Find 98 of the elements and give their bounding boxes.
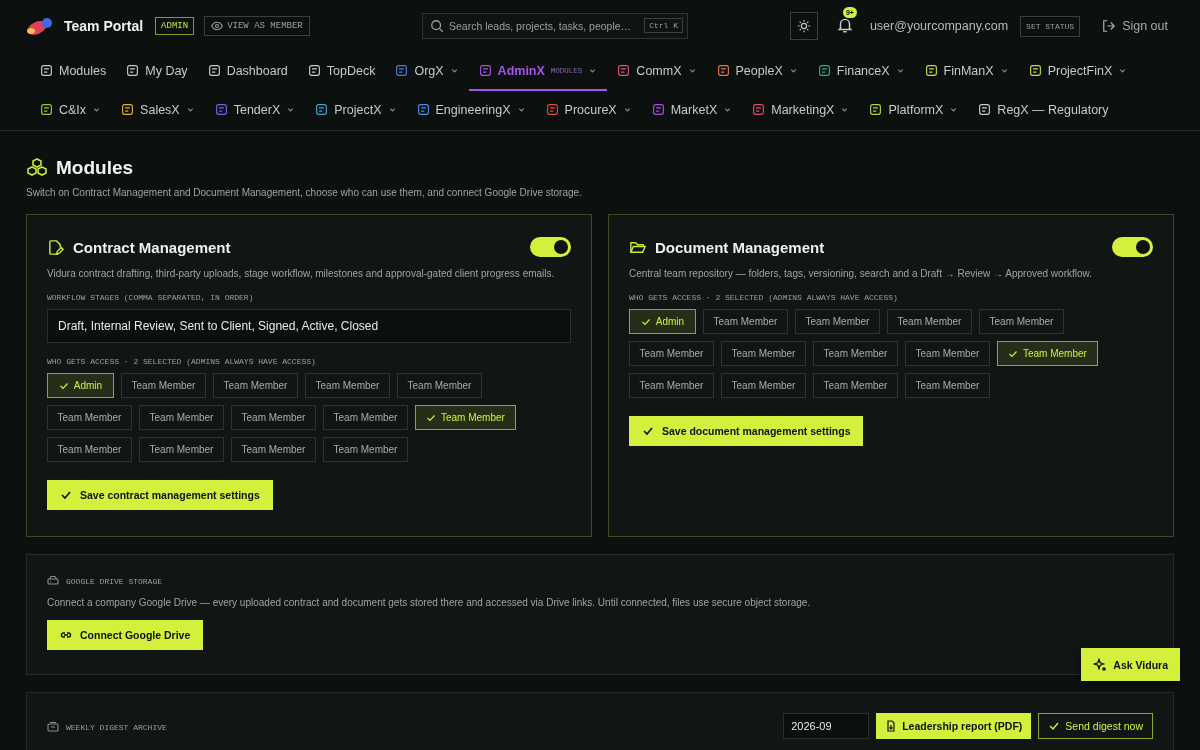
logo-icon	[26, 17, 54, 35]
nav-tab[interactable]: PeopleX	[706, 52, 808, 91]
access-chip[interactable]: Team Member	[121, 373, 206, 398]
access-chip[interactable]: Team Member	[305, 373, 390, 398]
access-chip[interactable]: Team Member	[629, 373, 714, 398]
check-icon	[642, 425, 654, 437]
module-toggle[interactable]	[1112, 237, 1153, 257]
search-icon	[430, 19, 444, 33]
sparkle-icon	[1093, 657, 1108, 672]
connect-drive-button[interactable]: Connect Google Drive	[47, 620, 204, 650]
workflow-stages-field[interactable]: Draft, Internal Review, Sent to Client, Signed, Active, Closed	[47, 309, 571, 343]
nav-tab[interactable]: EngineeringX	[406, 91, 536, 130]
module-toggle[interactable]	[530, 237, 571, 257]
access-chip[interactable]: Team Member	[795, 309, 880, 334]
sign-out-button[interactable]: Sign out	[1096, 18, 1174, 34]
access-chip[interactable]: Admin	[629, 309, 696, 334]
access-chip[interactable]: Team Member	[703, 309, 788, 334]
nav-tab[interactable]: Modules	[30, 52, 117, 91]
nav-tab[interactable]: My Day	[116, 52, 198, 91]
access-chip[interactable]: Team Member	[397, 373, 482, 398]
nav-tab[interactable]: ProjectFinX	[1018, 52, 1138, 91]
access-chip[interactable]: Team Member	[813, 341, 898, 366]
nav-tab[interactable]: MarketingX	[742, 91, 860, 130]
document-edit-icon	[47, 238, 64, 256]
nav-tab[interactable]: OrgX	[385, 52, 469, 91]
month-field[interactable]: 2026-09	[783, 713, 870, 739]
access-chip[interactable]: Team Member	[139, 405, 224, 430]
access-chip[interactable]: Team Member	[721, 341, 806, 366]
nav-tab[interactable]: TopDeck	[297, 52, 386, 91]
nav-tab[interactable]: SalesX	[111, 91, 205, 130]
access-chip[interactable]: Team Member	[323, 437, 408, 462]
access-chip[interactable]: Team Member	[905, 373, 990, 398]
check-icon	[1008, 348, 1018, 359]
sun-icon	[796, 18, 811, 34]
nav-tab[interactable]: C&Ix	[30, 91, 112, 130]
file-download-icon	[885, 720, 898, 732]
sign-out-icon	[1102, 19, 1117, 33]
send-digest-button[interactable]: Send digest now	[1038, 713, 1153, 739]
save-button[interactable]: Save document management settings	[629, 416, 864, 446]
access-chip[interactable]: Team Member	[997, 341, 1098, 366]
module-title: Document Management	[655, 238, 826, 256]
nav-tab[interactable]: TenderX	[204, 91, 306, 130]
nav-tab[interactable]: CommX	[607, 52, 707, 91]
field-label: WORKFLOW STAGES (COMMA SEPARATED, IN ORDER)	[47, 293, 255, 302]
ask-assistant-button[interactable]: Ask Vidura	[1081, 648, 1180, 681]
drive-icon	[47, 575, 59, 587]
access-chip[interactable]: Team Member	[887, 309, 972, 334]
role-badge: ADMIN	[155, 17, 195, 35]
view-as-member-button[interactable]: VIEW AS MEMBER	[204, 16, 310, 36]
check-icon	[1048, 720, 1061, 732]
nav-tab[interactable]: FinManX	[914, 52, 1019, 91]
nav-tab[interactable]: FinanceX	[807, 52, 915, 91]
access-chip[interactable]: Team Member	[415, 405, 516, 430]
leadership-report-button[interactable]: Leadership report (PDF)	[876, 713, 1032, 739]
check-icon	[640, 316, 651, 327]
access-chip[interactable]: Team Member	[231, 405, 316, 430]
check-icon	[60, 489, 72, 501]
eye-icon	[211, 20, 224, 32]
cubes-icon	[26, 157, 48, 179]
app-name: Team Portal	[64, 18, 144, 34]
page-title: Modules	[56, 157, 134, 179]
module-description: Vidura contract drafting, third-party uploads, stage workflow, milestones and approval-gated client progress emails.	[47, 268, 556, 279]
bell-icon[interactable]	[835, 16, 854, 34]
access-chip[interactable]: Team Member	[721, 373, 806, 398]
access-label: WHO GETS ACCESS · 2 SELECTED (ADMINS ALWAYS HAVE ACCESS)	[47, 357, 317, 366]
nav-tab[interactable]: ProjectX	[305, 91, 407, 130]
user-email: user@yourcompany.com	[869, 19, 1009, 33]
section-label: WEEKLY DIGEST ARCHIVE	[66, 722, 167, 732]
access-chip[interactable]: Admin	[47, 373, 114, 398]
theme-toggle-button[interactable]	[789, 12, 818, 40]
access-chip[interactable]: Team Member	[905, 341, 990, 366]
save-button[interactable]: Save contract management settings	[47, 480, 273, 510]
module-title: Contract Management	[73, 238, 232, 256]
access-chip[interactable]: Team Member	[47, 405, 132, 430]
section-label: GOOGLE DRIVE STORAGE	[66, 576, 162, 586]
check-icon	[426, 412, 436, 423]
access-chip[interactable]: Team Member	[813, 373, 898, 398]
nav-tab[interactable]: ProcureX	[535, 91, 642, 130]
shortcut-hint: Ctrl K	[644, 18, 683, 33]
page-subtitle: Switch on Contract Management and Document Management, choose who can use them, and connect Google Drive storage.	[26, 187, 583, 198]
access-chip[interactable]: Team Member	[629, 341, 714, 366]
check-icon	[58, 380, 69, 391]
nav-tab[interactable]: PlatformX	[859, 91, 969, 130]
access-chip[interactable]: Team Member	[323, 405, 408, 430]
access-chip[interactable]: Team Member	[231, 437, 316, 462]
access-chip[interactable]: Team Member	[979, 309, 1064, 334]
access-label: WHO GETS ACCESS · 2 SELECTED (ADMINS ALWAYS HAVE ACCESS)	[629, 293, 899, 302]
access-chip[interactable]: Team Member	[139, 437, 224, 462]
set-status-button[interactable]: SET STATUS	[1020, 15, 1081, 37]
nav-tab[interactable]: RegX — Regulatory	[968, 91, 1119, 130]
archive-icon	[47, 721, 59, 733]
link-icon	[60, 629, 72, 641]
nav-tab[interactable]: MarketX	[641, 91, 743, 130]
access-chip[interactable]: Team Member	[213, 373, 298, 398]
drive-description: Connect a company Google Drive — every uploaded contract and document gets stored there and accessed via Drive links. Until connected, files use secure object storage.	[47, 597, 812, 608]
nav-tab[interactable]: Dashboard	[197, 52, 298, 91]
module-description: Central team repository — folders, tags, versioning, search and a Draft → Review → Approved workflow.	[629, 268, 1093, 279]
access-chip[interactable]: Team Member	[47, 437, 132, 462]
